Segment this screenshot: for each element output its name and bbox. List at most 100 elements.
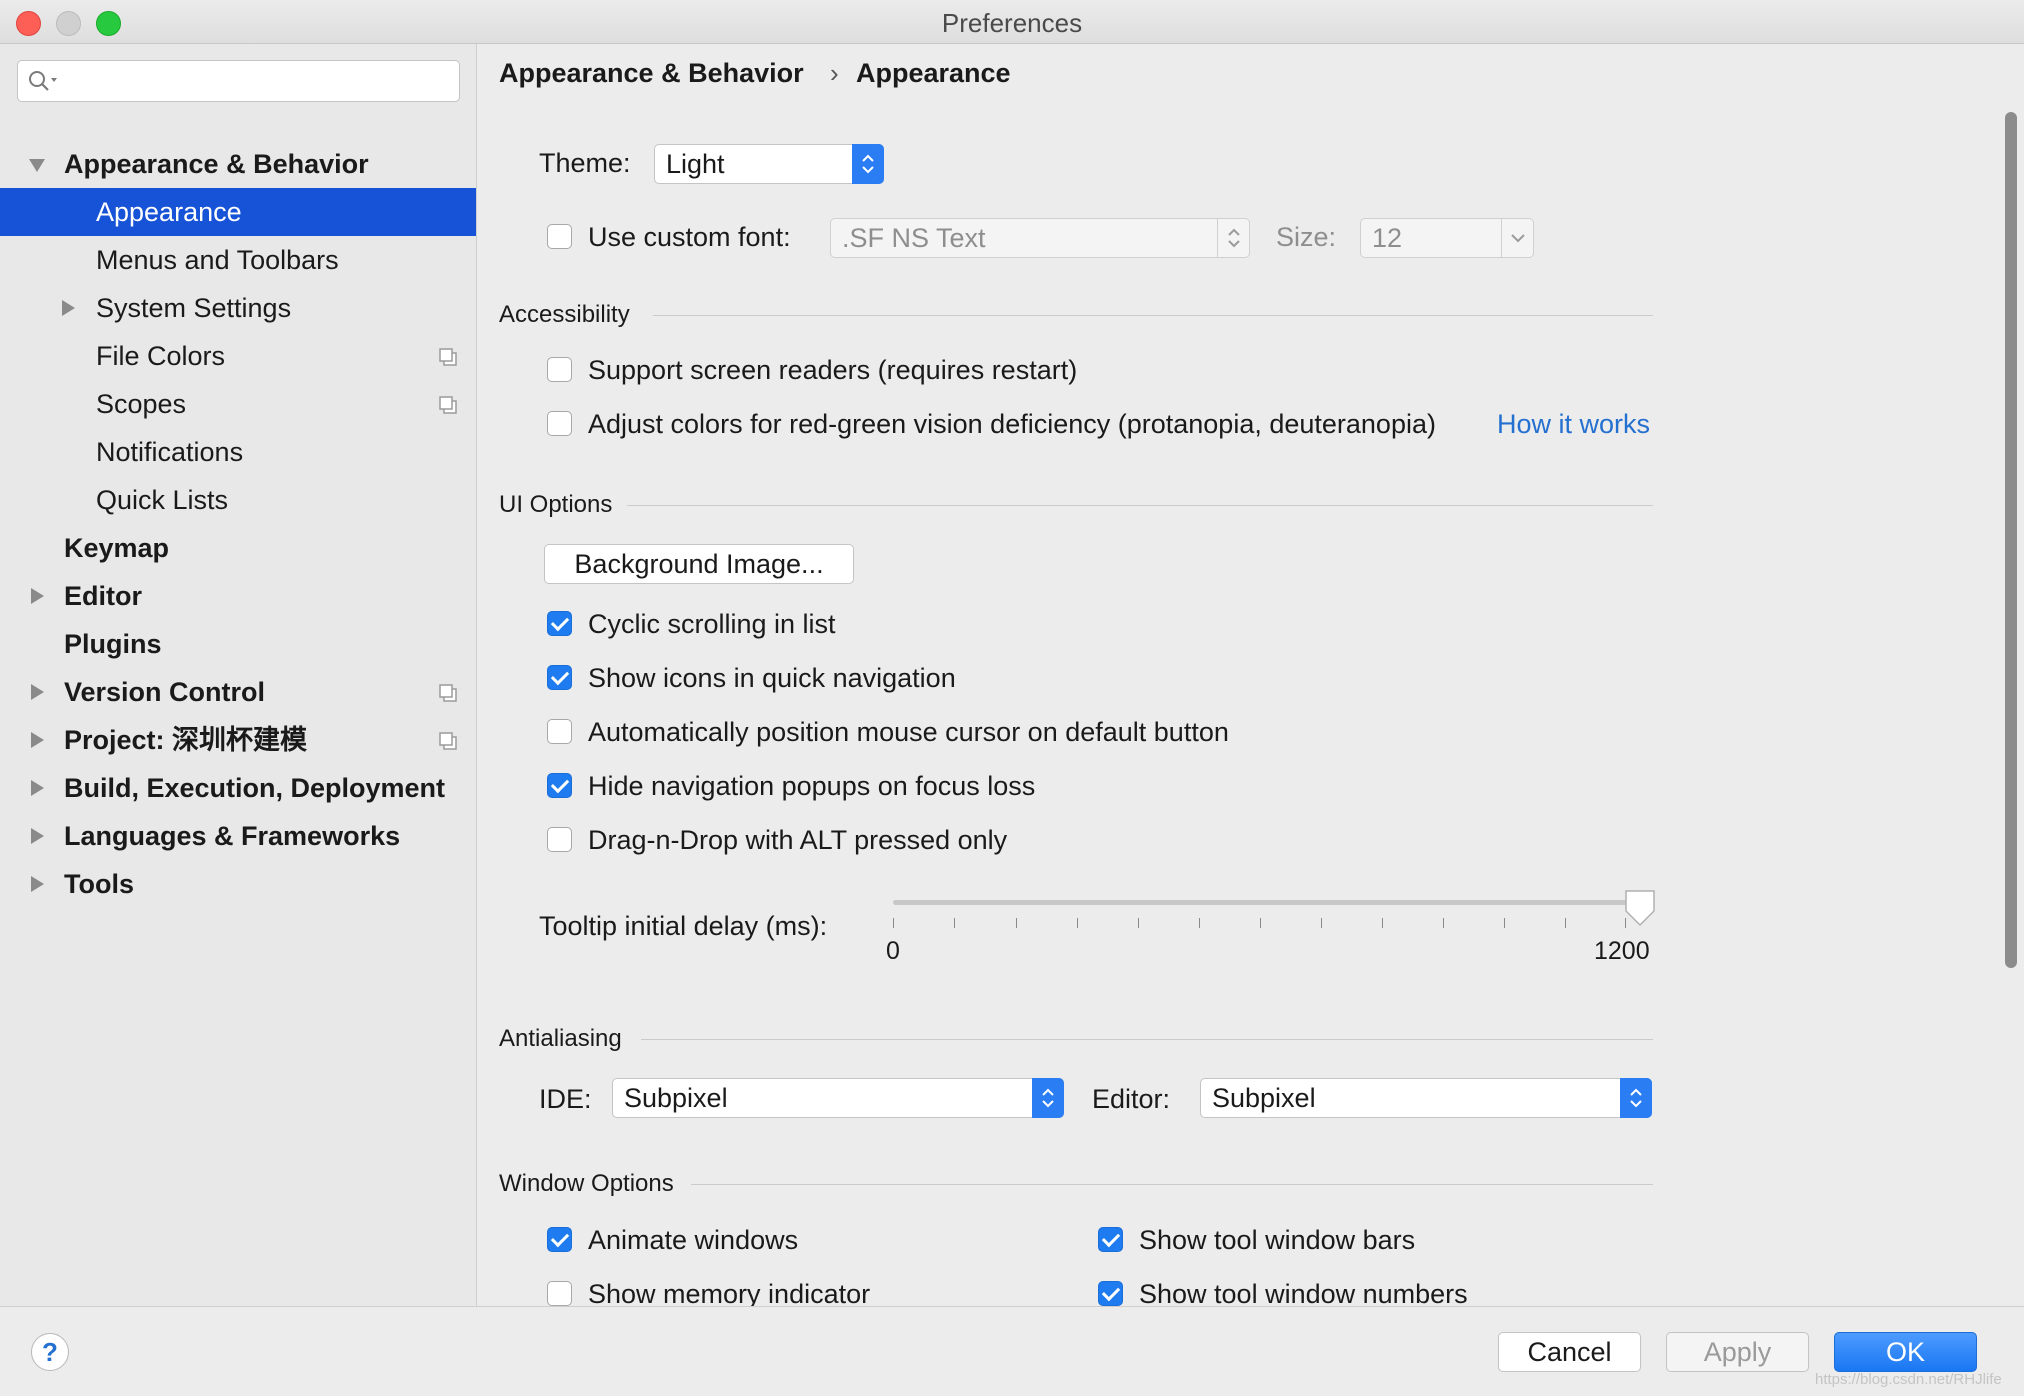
custom-font-checkbox[interactable] (547, 224, 572, 249)
slider-tick (1321, 918, 1322, 928)
window-options-section-title: Window Options (499, 1170, 674, 1197)
tooltip-delay-slider[interactable] (893, 900, 1643, 905)
settings-content: Appearance & Behavior › Appearance Theme… (477, 44, 2024, 1306)
settings-sidebar: Appearance & Behavior Appearance Menus a… (0, 44, 477, 1306)
animate-windows-label: Animate windows (588, 1225, 799, 1255)
watermark-text: https://blog.csdn.net/RHJlife (1815, 1371, 2002, 1388)
title-bar: Preferences (0, 0, 2024, 44)
section-divider (627, 505, 1653, 506)
expand-right-icon[interactable] (27, 668, 47, 716)
sidebar-item-label: Tools (64, 869, 134, 899)
screen-readers-checkbox[interactable] (547, 357, 572, 382)
breadcrumb-current: Appearance (856, 58, 1011, 88)
sidebar-item-tools[interactable]: Tools (0, 860, 476, 908)
accessibility-section-title: Accessibility (499, 301, 630, 328)
expand-right-icon[interactable] (27, 812, 47, 860)
drag-n-drop-checkbox[interactable] (547, 827, 572, 852)
show-icons-checkbox[interactable] (547, 665, 572, 690)
ide-antialiasing-value: Subpixel (624, 1083, 728, 1113)
chevron-down-icon (1501, 218, 1534, 258)
expand-right-icon[interactable] (58, 284, 78, 332)
sidebar-item-appearance[interactable]: Appearance (0, 188, 476, 236)
theme-select[interactable]: Light (654, 144, 884, 184)
animate-windows-checkbox[interactable] (547, 1227, 572, 1252)
hide-popups-checkbox[interactable] (547, 773, 572, 798)
section-divider (653, 315, 1653, 316)
sidebar-item-label: Editor (64, 581, 142, 611)
slider-tick (1016, 918, 1017, 928)
custom-font-select[interactable]: .SF NS Text (830, 218, 1250, 258)
slider-tick (1625, 918, 1626, 928)
search-icon (29, 71, 57, 91)
expand-down-icon[interactable] (27, 140, 47, 188)
font-size-select[interactable]: 12 (1360, 218, 1534, 258)
sidebar-item-scopes[interactable]: Scopes (0, 380, 476, 428)
tool-window-bars-checkbox[interactable] (1098, 1227, 1123, 1252)
slider-tick (1260, 918, 1261, 928)
auto-position-cursor-label: Automatically position mouse cursor on d… (588, 717, 1229, 747)
content-scrollbar[interactable] (2005, 112, 2017, 968)
memory-indicator-checkbox[interactable] (547, 1281, 572, 1306)
expand-right-icon[interactable] (27, 860, 47, 908)
background-image-button[interactable]: Background Image... (544, 544, 854, 584)
sidebar-item-appearance-behavior[interactable]: Appearance & Behavior (0, 140, 476, 188)
cyclic-scrolling-checkbox[interactable] (547, 611, 572, 636)
sidebar-item-plugins[interactable]: Plugins (0, 620, 476, 668)
sidebar-item-label: Project: 深圳杯建模 (64, 725, 308, 755)
slider-min-label: 0 (886, 937, 900, 965)
screen-readers-label: Support screen readers (requires restart… (588, 355, 1078, 385)
sidebar-item-system-settings[interactable]: System Settings (0, 284, 476, 332)
cyclic-scrolling-label: Cyclic scrolling in list (588, 609, 836, 639)
slider-tick (1077, 918, 1078, 928)
cancel-button[interactable]: Cancel (1498, 1332, 1641, 1372)
tool-window-numbers-checkbox[interactable] (1098, 1281, 1123, 1306)
slider-thumb[interactable] (1623, 888, 1657, 928)
slider-tick (1504, 918, 1505, 928)
breadcrumb-parent[interactable]: Appearance & Behavior (499, 58, 804, 89)
memory-indicator-label: Show memory indicator (588, 1279, 871, 1306)
auto-position-cursor-checkbox[interactable] (547, 719, 572, 744)
help-button[interactable]: ? (31, 1333, 69, 1371)
sidebar-item-editor[interactable]: Editor (0, 572, 476, 620)
updown-chevron-icon (852, 144, 884, 184)
tool-window-numbers-label: Show tool window numbers (1139, 1279, 1468, 1306)
sidebar-item-languages[interactable]: Languages & Frameworks (0, 812, 476, 860)
sidebar-item-keymap[interactable]: Keymap (0, 524, 476, 572)
updown-chevron-icon (1620, 1078, 1652, 1118)
sidebar-item-notifications[interactable]: Notifications (0, 428, 476, 476)
window-title: Preferences (941, 8, 1083, 38)
dialog-footer: ? Cancel Apply OK https://blog.csdn.net/… (0, 1306, 2024, 1396)
expand-right-icon[interactable] (27, 572, 47, 620)
expand-right-icon[interactable] (27, 716, 47, 764)
slider-tick (893, 918, 894, 928)
theme-label: Theme: (539, 148, 631, 178)
project-scope-icon (439, 684, 457, 702)
slider-tick (954, 918, 955, 928)
sidebar-item-quick-lists[interactable]: Quick Lists (0, 476, 476, 524)
editor-antialiasing-select[interactable]: Subpixel (1200, 1078, 1652, 1118)
sidebar-item-file-colors[interactable]: File Colors (0, 332, 476, 380)
font-size-label: Size: (1276, 222, 1337, 252)
settings-search-input[interactable] (17, 60, 460, 102)
slider-max-label: 1200 (1594, 937, 1650, 965)
custom-font-value: .SF NS Text (842, 223, 986, 253)
theme-value: Light (666, 149, 725, 179)
tooltip-delay-label: Tooltip initial delay (ms): (539, 911, 828, 941)
ide-antialiasing-select[interactable]: Subpixel (612, 1078, 1064, 1118)
color-deficiency-checkbox[interactable] (547, 411, 572, 436)
how-it-works-link[interactable]: How it works (1497, 409, 1650, 440)
sidebar-item-menus-toolbars[interactable]: Menus and Toolbars (0, 236, 476, 284)
sidebar-item-label: System Settings (96, 293, 292, 323)
sidebar-item-project[interactable]: Project: 深圳杯建模 (0, 716, 476, 764)
sidebar-item-label: Languages & Frameworks (64, 821, 401, 851)
custom-font-label: Use custom font: (588, 222, 791, 252)
sidebar-item-build[interactable]: Build, Execution, Deployment (0, 764, 476, 812)
ok-button[interactable]: OK (1834, 1332, 1977, 1372)
section-divider (641, 1039, 1653, 1040)
sidebar-item-label: Appearance (96, 197, 242, 227)
sidebar-item-label: Notifications (96, 437, 244, 467)
expand-right-icon[interactable] (27, 764, 47, 812)
ide-antialiasing-label: IDE: (539, 1084, 592, 1114)
sidebar-item-version-control[interactable]: Version Control (0, 668, 476, 716)
apply-button[interactable]: Apply (1666, 1332, 1809, 1372)
